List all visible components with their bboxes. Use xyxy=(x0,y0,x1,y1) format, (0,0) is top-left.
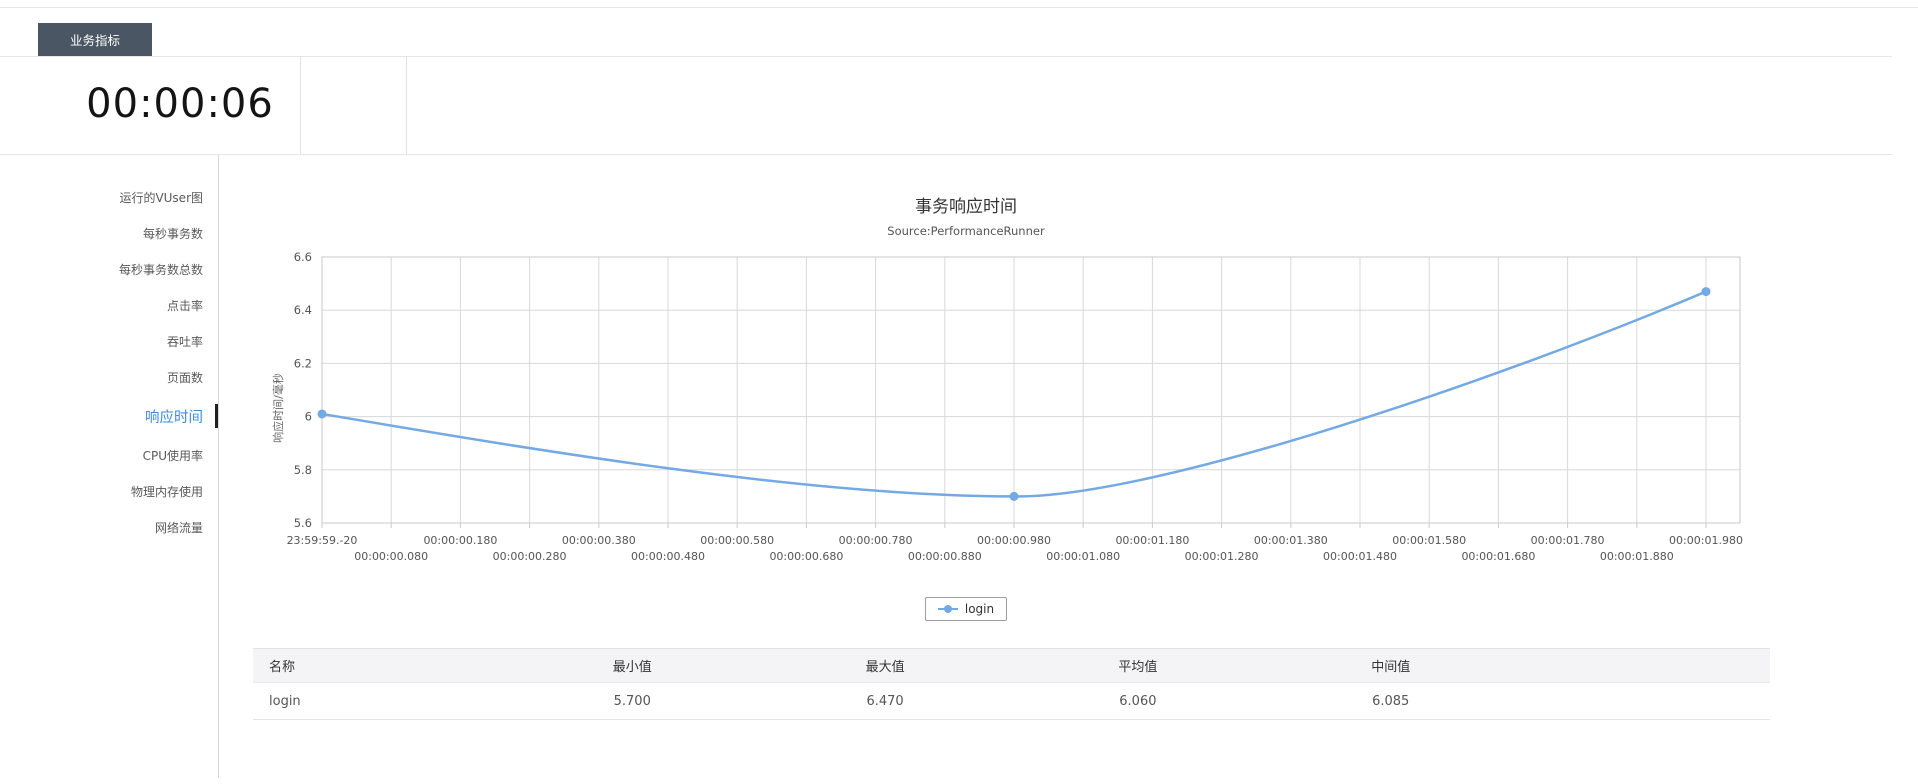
x-tick-label: 00:00:01.080 xyxy=(1046,550,1120,563)
x-tick-label: 00:00:01.180 xyxy=(1115,534,1189,547)
tabbar-divider xyxy=(0,56,1892,57)
x-tick-label: 00:00:00.180 xyxy=(423,534,497,547)
x-tick-label: 00:00:01.480 xyxy=(1323,550,1397,563)
header-bottom-divider xyxy=(0,154,1892,155)
sidebar-item-network-traffic[interactable]: 网络流量 xyxy=(33,509,203,545)
cell-median: 6.085 xyxy=(1264,682,1518,720)
cell-average: 6.060 xyxy=(1011,682,1265,720)
top-divider xyxy=(0,7,1918,8)
x-tick-label: 00:00:00.880 xyxy=(908,550,982,563)
sidebar-item-label: 网络流量 xyxy=(154,520,203,535)
sidebar-item-hit-rate[interactable]: 点击率 xyxy=(33,287,203,323)
col-header-average: 平均值 xyxy=(1011,648,1265,683)
data-point-login xyxy=(317,409,327,419)
sidebar-item-throughput[interactable]: 吞吐率 xyxy=(33,323,203,359)
x-tick-label: 00:00:00.680 xyxy=(769,550,843,563)
chart-title: 事务响应时间 xyxy=(915,197,1017,217)
elapsed-time: 00:00:06 xyxy=(86,81,274,127)
summary-table-header-row: 名称 最小值 最大值 平均值 中间值 xyxy=(253,648,1770,683)
x-tick-label: 00:00:00.280 xyxy=(493,550,567,563)
x-tick-label: 00:00:00.480 xyxy=(631,550,705,563)
timer-cell-divider xyxy=(300,56,301,154)
summary-table: 名称 最小值 最大值 平均值 中间值 login 5.700 6.470 6.0… xyxy=(253,648,1770,720)
sidebar-item-label: 物理内存使用 xyxy=(130,484,203,499)
x-tick-label: 00:00:01.280 xyxy=(1185,550,1259,563)
table-row: login 5.700 6.470 6.060 6.085 xyxy=(253,682,1770,720)
x-tick-label: 00:00:01.380 xyxy=(1254,534,1328,547)
sidebar-item-running-vusers[interactable]: 运行的VUser图 xyxy=(33,179,203,215)
legend-item-login[interactable]: login xyxy=(924,597,1008,621)
sidebar-item-label: 点击率 xyxy=(166,298,203,313)
chart-subtitle: Source:PerformanceRunner xyxy=(887,224,1045,238)
y-tick-label: 5.6 xyxy=(294,516,312,530)
y-tick-label: 6.4 xyxy=(294,303,312,317)
metrics-sidebar: 运行的VUser图 每秒事务数 每秒事务数总数 点击率 吞吐率 页面数 响应时间… xyxy=(33,179,203,545)
x-tick-label: 00:00:00.380 xyxy=(562,534,636,547)
col-header-spacer xyxy=(1517,648,1770,683)
sidebar-item-physical-memory[interactable]: 物理内存使用 xyxy=(33,473,203,509)
x-tick-label: 00:00:00.980 xyxy=(977,534,1051,547)
tab-business-metrics[interactable]: 业务指标 xyxy=(38,23,152,56)
plot-border xyxy=(321,256,1741,524)
x-tick-label: 00:00:00.780 xyxy=(839,534,913,547)
sidebar-item-response-time[interactable]: 响应时间 xyxy=(33,395,203,437)
sidebar-item-label: 每秒事务数 xyxy=(142,226,203,241)
cell-max: 6.470 xyxy=(758,682,1012,720)
performance-runner-page: { "tab": { "label": "业务指标" }, "timer": {… xyxy=(0,0,1918,784)
series-marker-icon xyxy=(937,604,958,614)
col-header-min: 最小值 xyxy=(505,648,759,683)
legend: login xyxy=(200,597,1732,621)
y-tick-label: 5.8 xyxy=(294,463,312,477)
data-point-login xyxy=(1009,491,1019,501)
x-tick-label: 00:00:01.680 xyxy=(1461,550,1535,563)
col-header-median: 中间值 xyxy=(1264,648,1518,683)
x-tick-label: 00:00:01.980 xyxy=(1669,534,1743,547)
sidebar-item-label: 运行的VUser图 xyxy=(119,190,203,205)
x-tick-label: 00:00:01.580 xyxy=(1392,534,1466,547)
sidebar-item-label: 页面数 xyxy=(166,370,203,385)
sidebar-item-cpu-usage[interactable]: CPU使用率 xyxy=(33,437,203,473)
x-tick-label: 00:00:00.580 xyxy=(700,534,774,547)
y-tick-label: 6 xyxy=(305,410,312,424)
sidebar-item-label: 吞吐率 xyxy=(166,334,203,349)
x-tick-label: 23:59:59.-20 xyxy=(287,534,358,547)
y-tick-label: 6.2 xyxy=(294,356,312,370)
y-tick-label: 6.6 xyxy=(294,250,312,264)
sidebar-item-total-tps[interactable]: 每秒事务数总数 xyxy=(33,251,203,287)
tab-business-metrics-label: 业务指标 xyxy=(69,33,120,48)
cell-min: 5.700 xyxy=(505,682,759,720)
data-point-login xyxy=(1701,287,1711,297)
col-header-max: 最大值 xyxy=(758,648,1012,683)
sidebar-item-tps[interactable]: 每秒事务数 xyxy=(33,215,203,251)
cell-spacer xyxy=(1517,682,1770,720)
legend-label: login xyxy=(964,602,995,616)
col-header-name: 名称 xyxy=(253,648,506,683)
response-time-chart: 6.6 6.4 6.2 6 5.8 5.6 23:59:59.-20 00:00:00.080… xyxy=(287,250,1743,563)
cell-name: login xyxy=(253,682,506,720)
x-tick-label: 00:00:01.880 xyxy=(1600,550,1674,563)
sidebar-item-label: 每秒事务数总数 xyxy=(118,262,203,277)
x-tick-label: 00:00:00.080 xyxy=(354,550,428,563)
header-cell-divider xyxy=(406,56,407,154)
sidebar-item-label: CPU使用率 xyxy=(142,448,203,463)
sidebar-item-label: 响应时间 xyxy=(145,409,203,426)
x-tick-label: 00:00:01.780 xyxy=(1531,534,1605,547)
sidebar-item-page-count[interactable]: 页面数 xyxy=(33,359,203,395)
